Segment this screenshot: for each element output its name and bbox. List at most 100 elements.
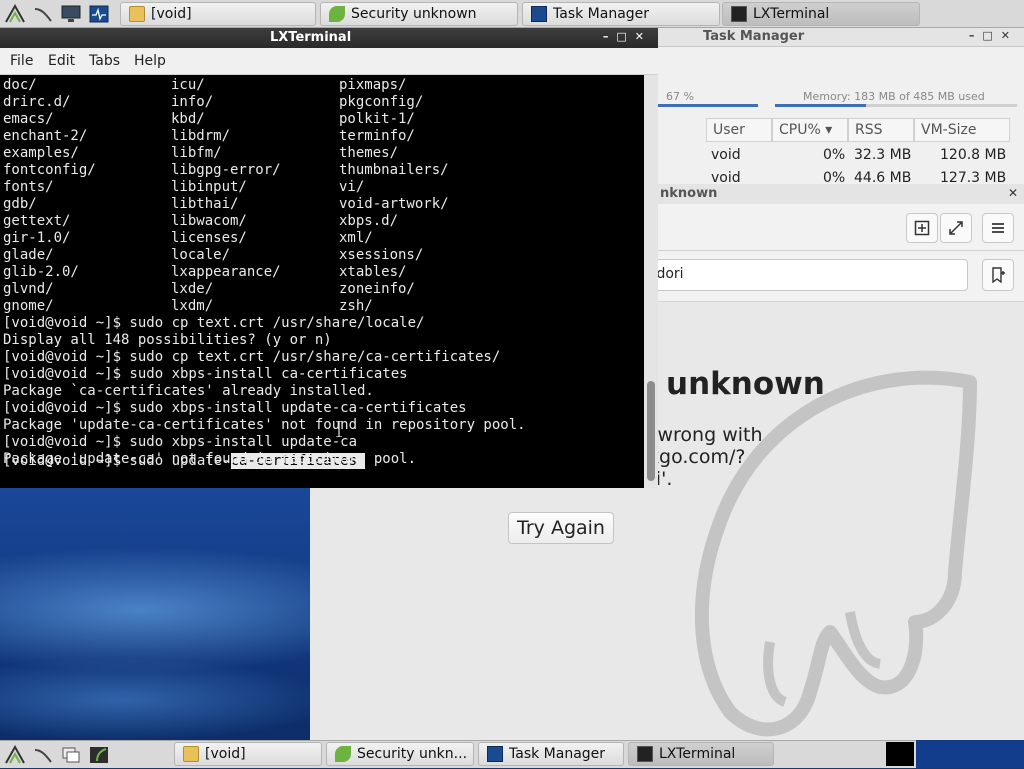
folder-icon (129, 6, 145, 22)
taskbar-button-files[interactable]: [void] (120, 2, 316, 26)
directory-entry: libwacom/ (171, 213, 247, 229)
hamburger-icon (992, 223, 1004, 233)
directory-entry: void-artwork/ (339, 196, 449, 212)
launcher-minimize-all[interactable] (30, 2, 56, 26)
browser-title: nknown (660, 186, 718, 201)
try-again-button[interactable]: Try Again (508, 512, 614, 544)
top-panel: [void] Security unknown Task Manager LXT… (0, 0, 1024, 28)
directory-entry: polkit-1/ (339, 111, 415, 127)
taskbar-label: Task Manager (509, 746, 606, 762)
terminal-line: [void@void ~]$ sudo xbps-install ca-cert… (3, 366, 408, 382)
directory-entry: zoneinfo/ (339, 281, 415, 297)
cell-vmsize: 127.3 MB (940, 170, 1007, 184)
new-tab-icon (914, 220, 930, 236)
launcher-task-manager[interactable] (86, 2, 112, 26)
cell-rss: 32.3 MB (854, 147, 912, 163)
cell-rss: 44.6 MB (854, 170, 912, 184)
task-manager-window[interactable]: Task Manager –□✕ 67 % Memory: 183 MB of … (658, 28, 1024, 184)
directory-entry: gdb/ (3, 196, 37, 212)
menu-tabs[interactable]: Tabs (89, 53, 120, 69)
taskbar-button-files[interactable]: [void] (174, 742, 322, 766)
cell-cpu: 0% (823, 147, 846, 163)
taskbar-button-browser[interactable]: Security unknown (320, 2, 518, 26)
void-logo-icon (5, 744, 25, 763)
error-line: t wrong with (644, 424, 763, 446)
taskbar-button-task-manager[interactable]: Task Manager (478, 742, 624, 766)
midori-icon (329, 6, 345, 22)
monitor-icon (61, 5, 81, 22)
menu-button[interactable] (982, 213, 1014, 243)
fullscreen-button[interactable] (940, 213, 972, 243)
bookmark-button[interactable] (982, 259, 1014, 291)
menu-file[interactable]: File (10, 53, 33, 69)
directory-entry: libgpg-error/ (171, 162, 281, 178)
directory-entry: lxappearance/ (171, 264, 281, 280)
task-manager-icon (487, 746, 503, 762)
taskbar-label: Task Manager (553, 6, 650, 22)
directory-entry: glade/ (3, 247, 54, 263)
task-manager-title: Task Manager (703, 29, 805, 44)
directory-entry: terminfo/ (339, 128, 415, 144)
window-controls[interactable]: –□✕ (969, 29, 1018, 42)
directory-entry: fontconfig/ (3, 162, 96, 178)
directory-entry: enchant-2/ (3, 128, 88, 144)
tray-area (886, 742, 914, 766)
launcher-workspaces[interactable] (58, 743, 84, 767)
terminal-line: Package 'update-ca-certificates' not fou… (3, 417, 526, 433)
taskbar-label: [void] (205, 746, 246, 762)
directory-entry: licenses/ (171, 230, 247, 246)
terminal-line: [void@void ~]$ sudo cp text.crt /usr/sha… (3, 315, 425, 331)
taskbar-button-browser[interactable]: Security unkn... (326, 742, 474, 766)
directory-entry: lxdm/ (171, 298, 214, 314)
taskbar-button-task-manager[interactable]: Task Manager (522, 2, 720, 26)
directory-entry: gettext/ (3, 213, 71, 229)
column-header-user[interactable]: User (706, 118, 772, 142)
task-manager-icon (531, 6, 547, 22)
taskbar-label: LXTerminal (659, 746, 736, 762)
cpu-usage-bar (658, 104, 758, 107)
terminal-title: LXTerminal (270, 30, 352, 45)
start-menu-button[interactable] (2, 2, 28, 26)
window-controls[interactable]: –□✕ (603, 30, 652, 43)
fullscreen-icon (949, 221, 963, 235)
terminal-menubar: File Edit Tabs Help (0, 48, 658, 75)
cpu-usage-label: 67 % (666, 90, 694, 103)
directory-entry: icu/ (171, 77, 205, 93)
midori-icon (335, 746, 351, 762)
directory-entry: zsh/ (339, 298, 373, 314)
terminal-titlebar[interactable]: LXTerminal –□✕ (0, 28, 658, 48)
directory-entry: libthai/ (171, 196, 239, 212)
column-header-rss[interactable]: RSS (848, 118, 914, 142)
directory-entry: xtables/ (339, 264, 407, 280)
launcher-pager[interactable] (86, 743, 112, 767)
taskbar-button-terminal[interactable]: LXTerminal (722, 2, 920, 26)
terminal-line: [void@void ~]$ sudo cp text.crt /usr/sha… (3, 349, 501, 365)
new-tab-button[interactable] (906, 213, 938, 243)
cell-cpu: 0% (823, 170, 846, 184)
directory-entry: vi/ (339, 179, 365, 195)
directory-entry: libdrm/ (171, 128, 231, 144)
taskbar-label: Security unkn... (357, 746, 468, 762)
close-icon[interactable]: ✕ (1008, 186, 1018, 200)
task-manager-titlebar[interactable]: Task Manager –□✕ (658, 28, 1024, 47)
terminal-scrollbar[interactable] (644, 75, 658, 488)
directory-entry: fonts/ (3, 179, 54, 195)
cell-user: void (711, 170, 741, 184)
start-menu-button[interactable] (2, 743, 28, 767)
error-line: kgo.com/? (648, 446, 746, 468)
taskbar-button-terminal[interactable]: LXTerminal (628, 742, 774, 766)
menu-edit[interactable]: Edit (48, 53, 75, 69)
scrollbar-thumb[interactable] (647, 381, 655, 481)
terminal-window[interactable]: LXTerminal –□✕ File Edit Tabs Help [void… (0, 28, 658, 488)
menu-help[interactable]: Help (134, 53, 166, 69)
directory-entry: libinput/ (171, 179, 247, 195)
launcher-desktop[interactable] (58, 2, 84, 26)
column-header-cpu[interactable]: CPU% ▾ (772, 118, 848, 142)
memory-usage-fill (775, 104, 867, 107)
directory-entry: examples/ (3, 145, 79, 161)
terminal-output[interactable]: [void@void ~]$ sudo update-ca-certificat… (0, 75, 644, 488)
column-header-vmsize[interactable]: VM-Size (914, 118, 1010, 142)
launcher-minimize-all[interactable] (30, 743, 56, 767)
bookmark-add-icon (992, 267, 1005, 283)
terminal-icon (731, 6, 747, 22)
